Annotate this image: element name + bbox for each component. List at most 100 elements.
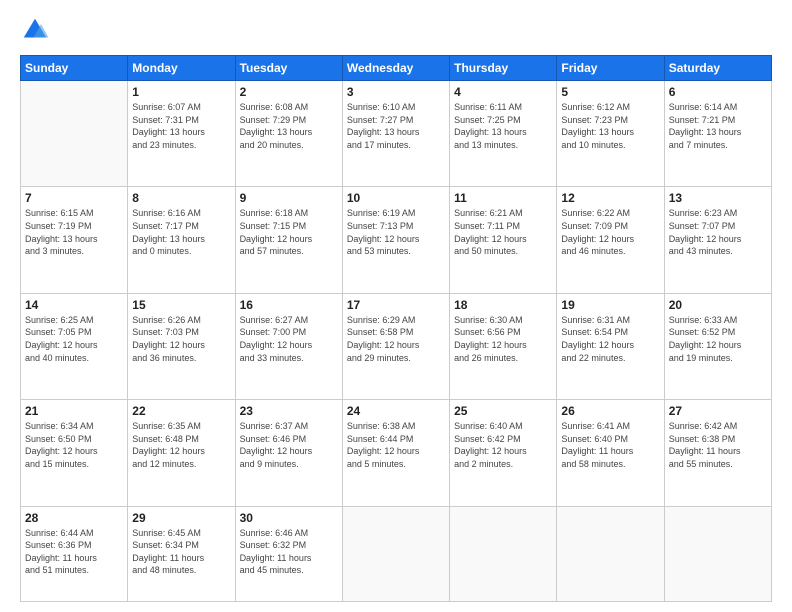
day-info: Sunrise: 6:31 AMSunset: 6:54 PMDaylight:… <box>561 314 659 364</box>
day-number: 28 <box>25 511 123 525</box>
calendar-cell: 11 Sunrise: 6:21 AMSunset: 7:11 PMDayligh… <box>450 187 557 293</box>
day-number: 18 <box>454 298 552 312</box>
day-info: Sunrise: 6:27 AMSunset: 7:00 PMDaylight:… <box>240 314 338 364</box>
day-number: 2 <box>240 85 338 99</box>
calendar-cell: 14 Sunrise: 6:25 AMSunset: 7:05 PMDayligh… <box>21 293 128 399</box>
calendar-cell: 18 Sunrise: 6:30 AMSunset: 6:56 PMDayligh… <box>450 293 557 399</box>
day-number: 27 <box>669 404 767 418</box>
day-number: 8 <box>132 191 230 205</box>
calendar-cell: 24 Sunrise: 6:38 AMSunset: 6:44 PMDayligh… <box>342 400 449 506</box>
calendar-cell: 26 Sunrise: 6:41 AMSunset: 6:40 PMDayligh… <box>557 400 664 506</box>
day-info: Sunrise: 6:42 AMSunset: 6:38 PMDaylight:… <box>669 420 767 470</box>
calendar-cell: 20 Sunrise: 6:33 AMSunset: 6:52 PMDayligh… <box>664 293 771 399</box>
day-info: Sunrise: 6:08 AMSunset: 7:29 PMDaylight:… <box>240 101 338 151</box>
calendar-cell: 29Sunrise: 6:45 AMSunset: 6:34 PMDayligh… <box>128 506 235 602</box>
calendar-cell: 25 Sunrise: 6:40 AMSunset: 6:42 PMDayligh… <box>450 400 557 506</box>
calendar-cell: 30 Sunrise: 6:46 AMSunset: 6:32 PMDayligh… <box>235 506 342 602</box>
day-info: Sunrise: 6:19 AMSunset: 7:13 PMDaylight:… <box>347 207 445 257</box>
day-number: 4 <box>454 85 552 99</box>
weekday-header: Wednesday <box>342 56 449 81</box>
calendar-cell: 3Sunrise: 6:10 AMSunset: 7:27 PMDaylight… <box>342 81 449 187</box>
logo <box>20 15 55 45</box>
day-number: 13 <box>669 191 767 205</box>
calendar-cell: 9 Sunrise: 6:18 AMSunset: 7:15 PMDaylight… <box>235 187 342 293</box>
weekday-header: Thursday <box>450 56 557 81</box>
day-info: Sunrise: 6:07 AMSunset: 7:31 PMDaylight:… <box>132 101 230 151</box>
day-info: Sunrise: 6:33 AMSunset: 6:52 PMDaylight:… <box>669 314 767 364</box>
calendar-cell: 6Sunrise: 6:14 AMSunset: 7:21 PMDaylight… <box>664 81 771 187</box>
day-number: 7 <box>25 191 123 205</box>
day-info: Sunrise: 6:21 AMSunset: 7:11 PMDaylight:… <box>454 207 552 257</box>
day-number: 20 <box>669 298 767 312</box>
calendar-cell: 7 Sunrise: 6:15 AMSunset: 7:19 PMDaylight… <box>21 187 128 293</box>
calendar-cell <box>557 506 664 602</box>
calendar-cell: 1 Sunrise: 6:07 AMSunset: 7:31 PMDaylight… <box>128 81 235 187</box>
day-number: 11 <box>454 191 552 205</box>
day-number: 9 <box>240 191 338 205</box>
day-number: 3 <box>347 85 445 99</box>
day-number: 24 <box>347 404 445 418</box>
logo-icon <box>20 15 50 45</box>
calendar-cell: 4 Sunrise: 6:11 AMSunset: 7:25 PMDaylight… <box>450 81 557 187</box>
calendar-cell: 10 Sunrise: 6:19 AMSunset: 7:13 PMDayligh… <box>342 187 449 293</box>
calendar-cell: 2 Sunrise: 6:08 AMSunset: 7:29 PMDaylight… <box>235 81 342 187</box>
calendar-cell <box>21 81 128 187</box>
day-info: Sunrise: 6:14 AMSunset: 7:21 PMDaylight:… <box>669 101 767 151</box>
day-info: Sunrise: 6:26 AMSunset: 7:03 PMDaylight:… <box>132 314 230 364</box>
day-number: 16 <box>240 298 338 312</box>
calendar-cell: 15 Sunrise: 6:26 AMSunset: 7:03 PMDayligh… <box>128 293 235 399</box>
day-info: Sunrise: 6:41 AMSunset: 6:40 PMDaylight:… <box>561 420 659 470</box>
day-info: Sunrise: 6:38 AMSunset: 6:44 PMDaylight:… <box>347 420 445 470</box>
weekday-header: Tuesday <box>235 56 342 81</box>
calendar-cell <box>342 506 449 602</box>
day-number: 12 <box>561 191 659 205</box>
calendar-cell: 19 Sunrise: 6:31 AMSunset: 6:54 PMDayligh… <box>557 293 664 399</box>
day-info: Sunrise: 6:30 AMSunset: 6:56 PMDaylight:… <box>454 314 552 364</box>
day-info: Sunrise: 6:29 AMSunset: 6:58 PMDaylight:… <box>347 314 445 364</box>
day-info: Sunrise: 6:44 AMSunset: 6:36 PMDaylight:… <box>25 527 123 577</box>
calendar-cell: 5Sunrise: 6:12 AMSunset: 7:23 PMDaylight… <box>557 81 664 187</box>
day-number: 5 <box>561 85 659 99</box>
day-number: 23 <box>240 404 338 418</box>
calendar-cell: 8 Sunrise: 6:16 AMSunset: 7:17 PMDaylight… <box>128 187 235 293</box>
page: SundayMondayTuesdayWednesdayThursdayFrid… <box>0 0 792 612</box>
day-number: 15 <box>132 298 230 312</box>
day-info: Sunrise: 6:25 AMSunset: 7:05 PMDaylight:… <box>25 314 123 364</box>
day-info: Sunrise: 6:22 AMSunset: 7:09 PMDaylight:… <box>561 207 659 257</box>
calendar-table: SundayMondayTuesdayWednesdayThursdayFrid… <box>20 55 772 602</box>
day-number: 1 <box>132 85 230 99</box>
day-number: 10 <box>347 191 445 205</box>
calendar-cell: 27 Sunrise: 6:42 AMSunset: 6:38 PMDayligh… <box>664 400 771 506</box>
weekday-header: Monday <box>128 56 235 81</box>
day-info: Sunrise: 6:11 AMSunset: 7:25 PMDaylight:… <box>454 101 552 151</box>
calendar-cell: 13 Sunrise: 6:23 AMSunset: 7:07 PMDayligh… <box>664 187 771 293</box>
day-number: 30 <box>240 511 338 525</box>
day-info: Sunrise: 6:37 AMSunset: 6:46 PMDaylight:… <box>240 420 338 470</box>
day-info: Sunrise: 6:15 AMSunset: 7:19 PMDaylight:… <box>25 207 123 257</box>
calendar-cell: 23 Sunrise: 6:37 AMSunset: 6:46 PMDayligh… <box>235 400 342 506</box>
calendar-cell: 17 Sunrise: 6:29 AMSunset: 6:58 PMDayligh… <box>342 293 449 399</box>
weekday-header: Friday <box>557 56 664 81</box>
day-number: 14 <box>25 298 123 312</box>
day-info: Sunrise: 6:34 AMSunset: 6:50 PMDaylight:… <box>25 420 123 470</box>
calendar-cell: 22Sunrise: 6:35 AMSunset: 6:48 PMDayligh… <box>128 400 235 506</box>
day-info: Sunrise: 6:46 AMSunset: 6:32 PMDaylight:… <box>240 527 338 577</box>
calendar-cell: 21Sunrise: 6:34 AMSunset: 6:50 PMDayligh… <box>21 400 128 506</box>
day-number: 22 <box>132 404 230 418</box>
day-info: Sunrise: 6:16 AMSunset: 7:17 PMDaylight:… <box>132 207 230 257</box>
day-info: Sunrise: 6:18 AMSunset: 7:15 PMDaylight:… <box>240 207 338 257</box>
weekday-header: Sunday <box>21 56 128 81</box>
day-number: 29 <box>132 511 230 525</box>
calendar-cell: 16 Sunrise: 6:27 AMSunset: 7:00 PMDayligh… <box>235 293 342 399</box>
calendar-cell: 12 Sunrise: 6:22 AMSunset: 7:09 PMDayligh… <box>557 187 664 293</box>
calendar-cell <box>664 506 771 602</box>
day-number: 19 <box>561 298 659 312</box>
day-info: Sunrise: 6:40 AMSunset: 6:42 PMDaylight:… <box>454 420 552 470</box>
day-info: Sunrise: 6:23 AMSunset: 7:07 PMDaylight:… <box>669 207 767 257</box>
day-number: 25 <box>454 404 552 418</box>
calendar-cell: 28 Sunrise: 6:44 AMSunset: 6:36 PMDayligh… <box>21 506 128 602</box>
day-number: 17 <box>347 298 445 312</box>
calendar-cell <box>450 506 557 602</box>
header <box>20 15 772 45</box>
day-number: 26 <box>561 404 659 418</box>
